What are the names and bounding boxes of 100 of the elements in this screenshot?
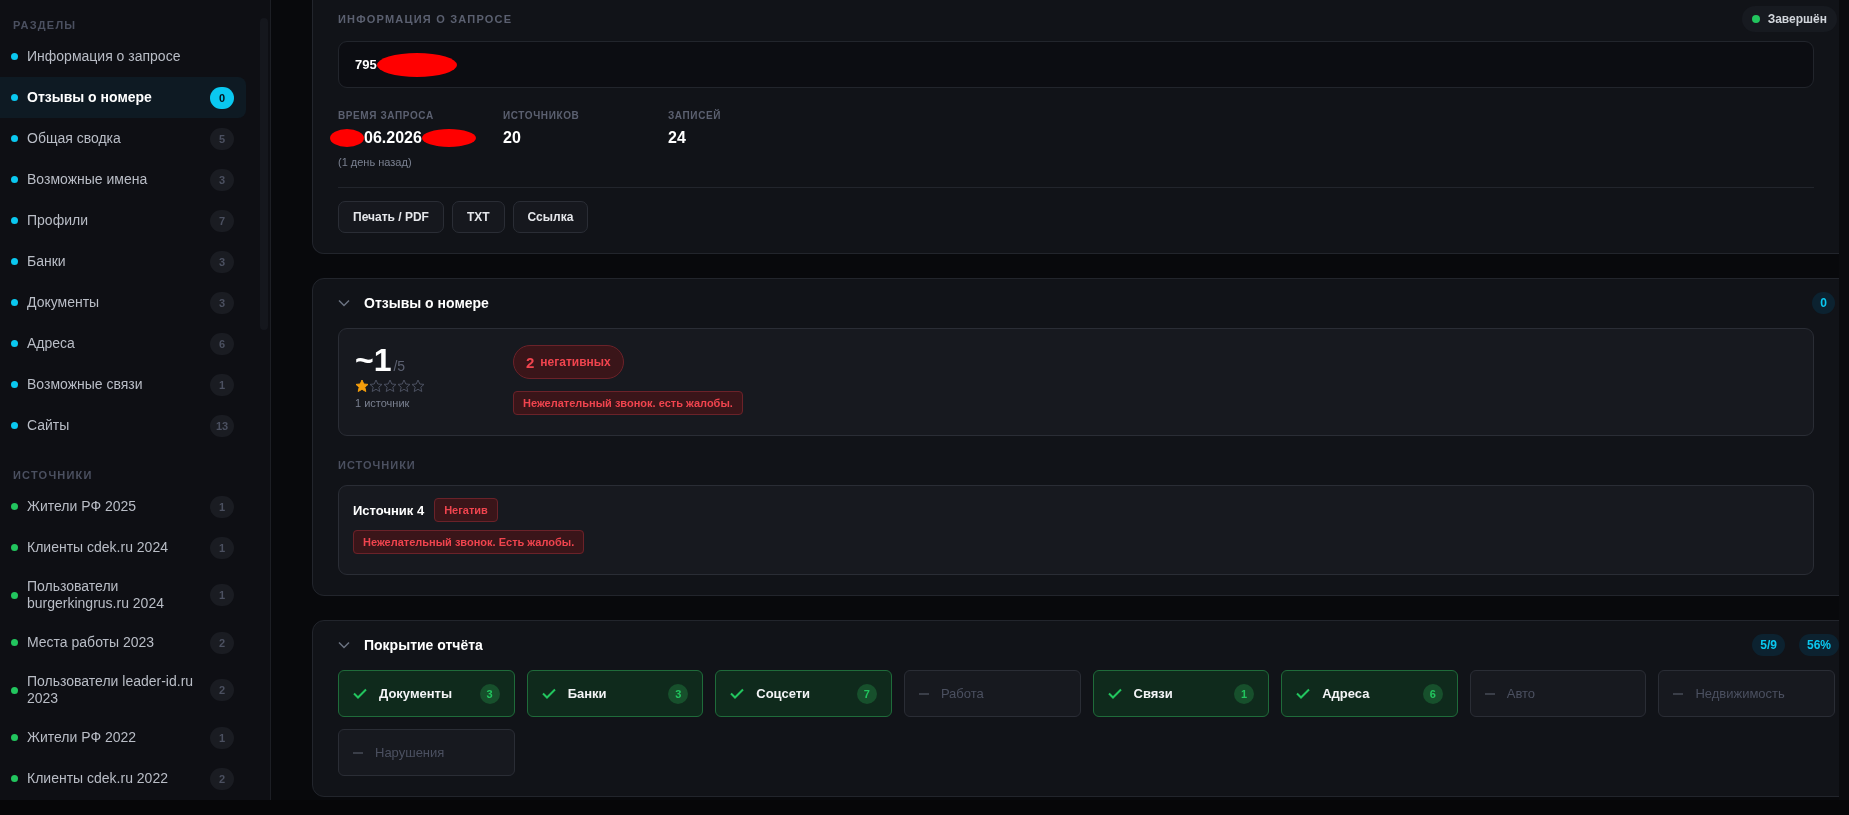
sidebar-item[interactable]: Общая сводка 5: [0, 118, 246, 159]
count-badge: 3: [479, 683, 500, 704]
coverage-tile: Документы 3: [338, 670, 515, 717]
time-ago: (1 день назад): [338, 156, 413, 168]
star-icon: [383, 379, 397, 393]
section-title: Отзывы о номере: [364, 295, 490, 311]
stat-value: 20: [503, 129, 522, 147]
star-icon: [411, 379, 425, 393]
sidebar-item[interactable]: Документы 3: [0, 282, 246, 323]
dot-icon: [11, 176, 18, 183]
count-badge: 3: [210, 250, 234, 273]
sidebar-item[interactable]: Жители РФ 2025 1: [0, 486, 246, 527]
count-badge: 13: [210, 414, 234, 437]
sidebar-item[interactable]: Сайты 13: [0, 405, 246, 446]
count-badge: 1: [210, 373, 234, 396]
stat-value: 06.2026: [364, 129, 422, 147]
chevron-icon[interactable]: [338, 641, 350, 649]
subsection-heading: ИСТОЧНИКИ: [338, 459, 417, 471]
count-badge: 0: [1812, 292, 1835, 314]
star-icon: [397, 379, 411, 393]
action-button[interactable]: Ссылка: [512, 201, 589, 233]
redaction-mark: [330, 129, 364, 147]
dot-icon: [11, 686, 18, 694]
count-badge: 6: [210, 332, 234, 355]
sidebar-item[interactable]: Жители РФ 2022 1: [0, 717, 246, 758]
phone-field[interactable]: 795: [338, 41, 1814, 88]
negative-badge: 2 негативных: [513, 345, 624, 379]
coverage-tile: Связи 1: [1092, 670, 1270, 717]
redaction-mark: [421, 129, 476, 147]
dot-icon: [11, 135, 18, 142]
sidebar-item[interactable]: Возможные имена 3: [0, 159, 246, 200]
count-badge: 2: [210, 679, 234, 701]
dash-icon: [918, 692, 929, 695]
count-badge: 7: [856, 683, 877, 704]
dot-icon: [11, 734, 18, 741]
count-badge: 1: [1234, 683, 1255, 704]
star-icon: [355, 379, 369, 393]
count-badge: 5: [210, 127, 234, 150]
dot-icon: [11, 299, 18, 306]
check-icon: [541, 688, 556, 699]
card-title: ИНФОРМАЦИЯ О ЗАПРОСЕ: [338, 13, 513, 25]
count-badge: 1: [210, 536, 234, 559]
stat-value: 24: [668, 129, 687, 147]
percent-badge: 56%: [1798, 634, 1839, 656]
sidebar-item[interactable]: Адреса 6: [0, 323, 246, 364]
stat-label: ИСТОЧНИКОВ: [503, 110, 581, 121]
sidebar-item[interactable]: Отзывы о номере 0: [0, 77, 246, 118]
coverage-tile: Недвижимость: [1658, 670, 1835, 717]
chevron-icon[interactable]: [338, 299, 350, 307]
count-badge: 1: [210, 726, 234, 749]
source-count: 1 источник: [355, 397, 411, 409]
check-icon: [353, 688, 367, 699]
dot-icon: [11, 591, 18, 599]
dot-icon: [11, 340, 18, 347]
count-badge: 1: [210, 495, 234, 518]
count-badge: 2: [210, 767, 234, 790]
stat-label: ЗАПИСЕЙ: [668, 110, 722, 121]
dot-icon: [11, 258, 18, 265]
rating-max: /5: [393, 358, 406, 374]
sidebar-item[interactable]: Клиенты cdek.ru 2022 2: [0, 758, 246, 799]
sidebar-item[interactable]: Банки 3: [0, 241, 246, 282]
action-button[interactable]: Печать / PDF: [338, 201, 444, 233]
dash-icon: [1484, 692, 1495, 695]
dot-icon: [11, 94, 18, 101]
count-badge: 3: [210, 291, 234, 314]
coverage-tile: Банки 3: [526, 670, 704, 717]
sidebar-item[interactable]: Клиенты cdek.ru 2024 1: [0, 527, 246, 568]
coverage-tile: Нарушения: [338, 729, 515, 776]
check-icon: [730, 688, 745, 699]
count-badge: 7: [210, 209, 234, 232]
check-icon: [1107, 688, 1122, 699]
star-icon: [369, 379, 383, 393]
dot-icon: [11, 639, 18, 646]
sidebar-item[interactable]: Пользователи leader-id.ru 2023 2: [0, 663, 246, 717]
dash-icon: [353, 751, 363, 754]
section-heading: РАЗДЕЛЫ: [12, 18, 78, 31]
count-badge: 2: [210, 631, 234, 654]
count-badge: 1: [210, 584, 234, 606]
section-title: Покрытие отчёта: [364, 637, 484, 653]
dot-icon: [11, 775, 18, 782]
sidebar-item[interactable]: Пользователи burgerkingrus.ru 2024 1: [0, 568, 246, 622]
dot-icon: [11, 422, 18, 429]
stat-label: ВРЕМЯ ЗАПРОСА: [338, 110, 435, 121]
verdict-tag: Негатив: [434, 498, 498, 522]
sidebar-item[interactable]: Возможные связи 1: [0, 364, 246, 405]
dot-icon: [11, 544, 18, 551]
count-badge: 0: [210, 86, 234, 109]
dot-icon: [11, 217, 18, 224]
sidebar-item[interactable]: Профили 7: [0, 200, 246, 241]
status-badge: Завершён: [1741, 6, 1837, 32]
dot-icon: [11, 503, 18, 510]
action-button[interactable]: TXT: [451, 201, 505, 233]
count-badge: 5/9: [1752, 634, 1785, 656]
count-badge: 3: [668, 683, 689, 704]
count-badge: 3: [210, 168, 234, 191]
check-icon: [1296, 688, 1311, 699]
review-tag: Нежелательный звонок. Есть жалобы.: [353, 530, 585, 554]
source-name: Источник 4: [353, 502, 425, 518]
sidebar-item[interactable]: Информация о запросе: [0, 36, 246, 77]
sidebar-item[interactable]: Места работы 2023 2: [0, 622, 246, 663]
